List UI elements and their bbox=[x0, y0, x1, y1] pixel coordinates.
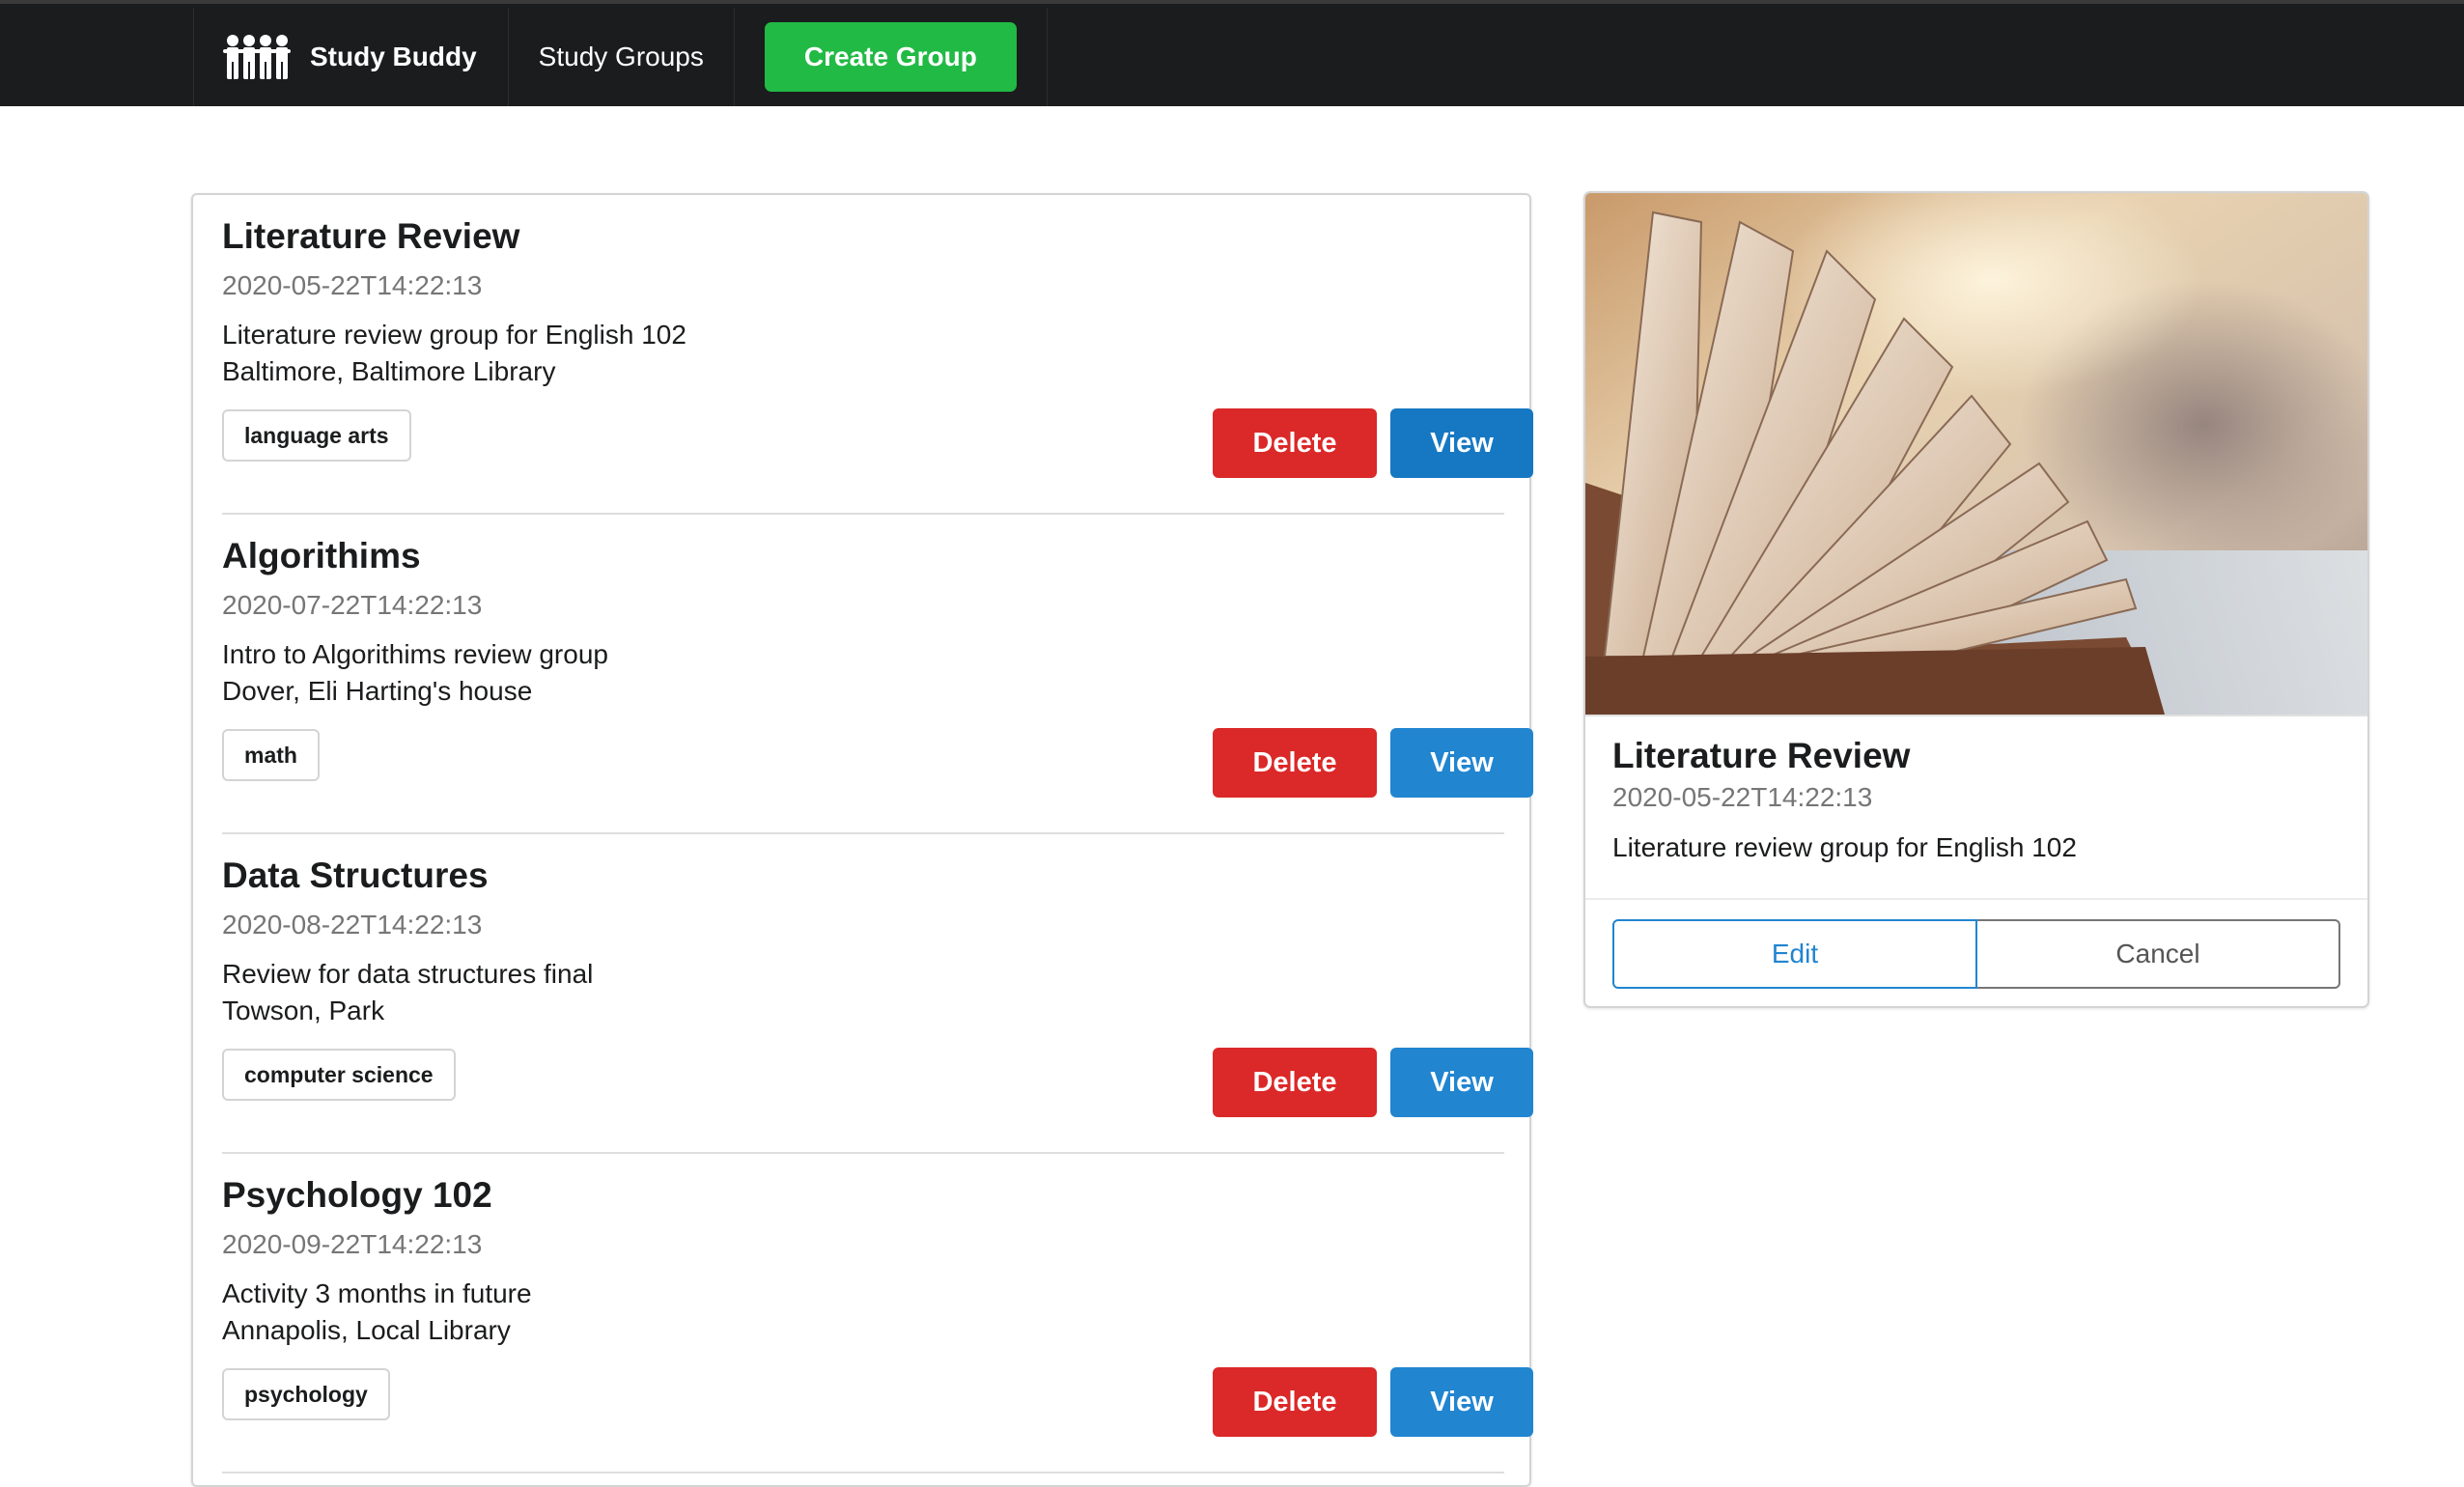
card-content: Literature Review 2020-05-22T14:22:13 Li… bbox=[1585, 715, 2367, 898]
main-menu: Study Buddy Study Groups Create Group bbox=[193, 8, 1048, 106]
view-button[interactable]: View bbox=[1390, 728, 1533, 798]
brand-label: Study Buddy bbox=[310, 42, 477, 71]
top-menu: Study Buddy Study Groups Create Group bbox=[0, 0, 2464, 106]
group-description: Intro to Algorithims review group bbox=[222, 639, 608, 669]
card-meta-date: 2020-05-22T14:22:13 bbox=[1612, 782, 1873, 812]
cancel-button[interactable]: Cancel bbox=[1977, 919, 2340, 989]
group-description-block: Review for data structures final Towson,… bbox=[222, 956, 593, 1029]
group-location: Dover, Eli Harting's house bbox=[222, 676, 533, 706]
group-list-item: Algorithims 2020-07-22T14:22:13 Intro to… bbox=[222, 515, 1533, 834]
group-list-item: Data Structures 2020-08-22T14:22:13 Revi… bbox=[222, 834, 1533, 1154]
group-date: 2020-05-22T14:22:13 bbox=[222, 270, 483, 300]
open-book-image bbox=[1585, 193, 2367, 715]
group-list-item: Literature Review 2020-05-22T14:22:13 Li… bbox=[222, 195, 1533, 515]
group-list: Literature Review 2020-05-22T14:22:13 Li… bbox=[191, 193, 1533, 1487]
view-button[interactable]: View bbox=[1390, 1048, 1533, 1117]
card-header: Literature Review bbox=[1612, 736, 1911, 775]
card-extra-content: Edit Cancel bbox=[1585, 898, 2367, 1006]
group-title: Data Structures bbox=[222, 856, 489, 895]
group-description: Review for data structures final bbox=[222, 959, 594, 989]
group-description-block: Activity 3 months in future Annapolis, L… bbox=[222, 1276, 532, 1349]
group-date: 2020-09-22T14:22:13 bbox=[222, 1229, 483, 1259]
view-button[interactable]: View bbox=[1390, 408, 1533, 478]
category-label: math bbox=[222, 729, 320, 781]
group-title: Algorithims bbox=[222, 536, 421, 575]
delete-button[interactable]: Delete bbox=[1213, 408, 1377, 478]
view-button[interactable]: View bbox=[1390, 1367, 1533, 1437]
nav-study-groups[interactable]: Study Groups bbox=[509, 8, 735, 106]
group-description-block: Literature review group for English 102 … bbox=[222, 317, 686, 390]
group-location: Towson, Park bbox=[222, 996, 385, 1025]
category-label: language arts bbox=[222, 409, 411, 462]
group-detail-card: Literature Review 2020-05-22T14:22:13 Li… bbox=[1583, 191, 2369, 1008]
group-title: Psychology 102 bbox=[222, 1175, 492, 1215]
group-description: Activity 3 months in future bbox=[222, 1278, 532, 1308]
group-date: 2020-07-22T14:22:13 bbox=[222, 590, 483, 620]
card-button-group: Edit Cancel bbox=[1612, 919, 2340, 989]
delete-button[interactable]: Delete bbox=[1213, 1048, 1377, 1117]
group-description: Literature review group for English 102 bbox=[222, 320, 686, 350]
group-location: Annapolis, Local Library bbox=[222, 1315, 511, 1345]
card-description: Literature review group for English 102 bbox=[1612, 832, 2077, 862]
delete-button[interactable]: Delete bbox=[1213, 1367, 1377, 1437]
category-label: psychology bbox=[222, 1368, 390, 1420]
brand-link[interactable]: Study Buddy bbox=[194, 8, 509, 106]
create-group-button[interactable]: Create Group bbox=[764, 22, 1017, 92]
nav-create-group-item: Create Group bbox=[735, 8, 1048, 106]
people-logo-icon bbox=[223, 35, 291, 79]
delete-button[interactable]: Delete bbox=[1213, 728, 1377, 798]
group-list-item: Psychology 102 2020-09-22T14:22:13 Activ… bbox=[222, 1154, 1533, 1473]
edit-button[interactable]: Edit bbox=[1612, 919, 1977, 989]
nav-study-groups-label: Study Groups bbox=[538, 42, 704, 71]
group-description-block: Intro to Algorithims review group Dover,… bbox=[222, 636, 608, 710]
group-title: Literature Review bbox=[222, 216, 520, 256]
group-location: Baltimore, Baltimore Library bbox=[222, 356, 556, 386]
group-date: 2020-08-22T14:22:13 bbox=[222, 910, 483, 940]
category-label: computer science bbox=[222, 1049, 456, 1101]
